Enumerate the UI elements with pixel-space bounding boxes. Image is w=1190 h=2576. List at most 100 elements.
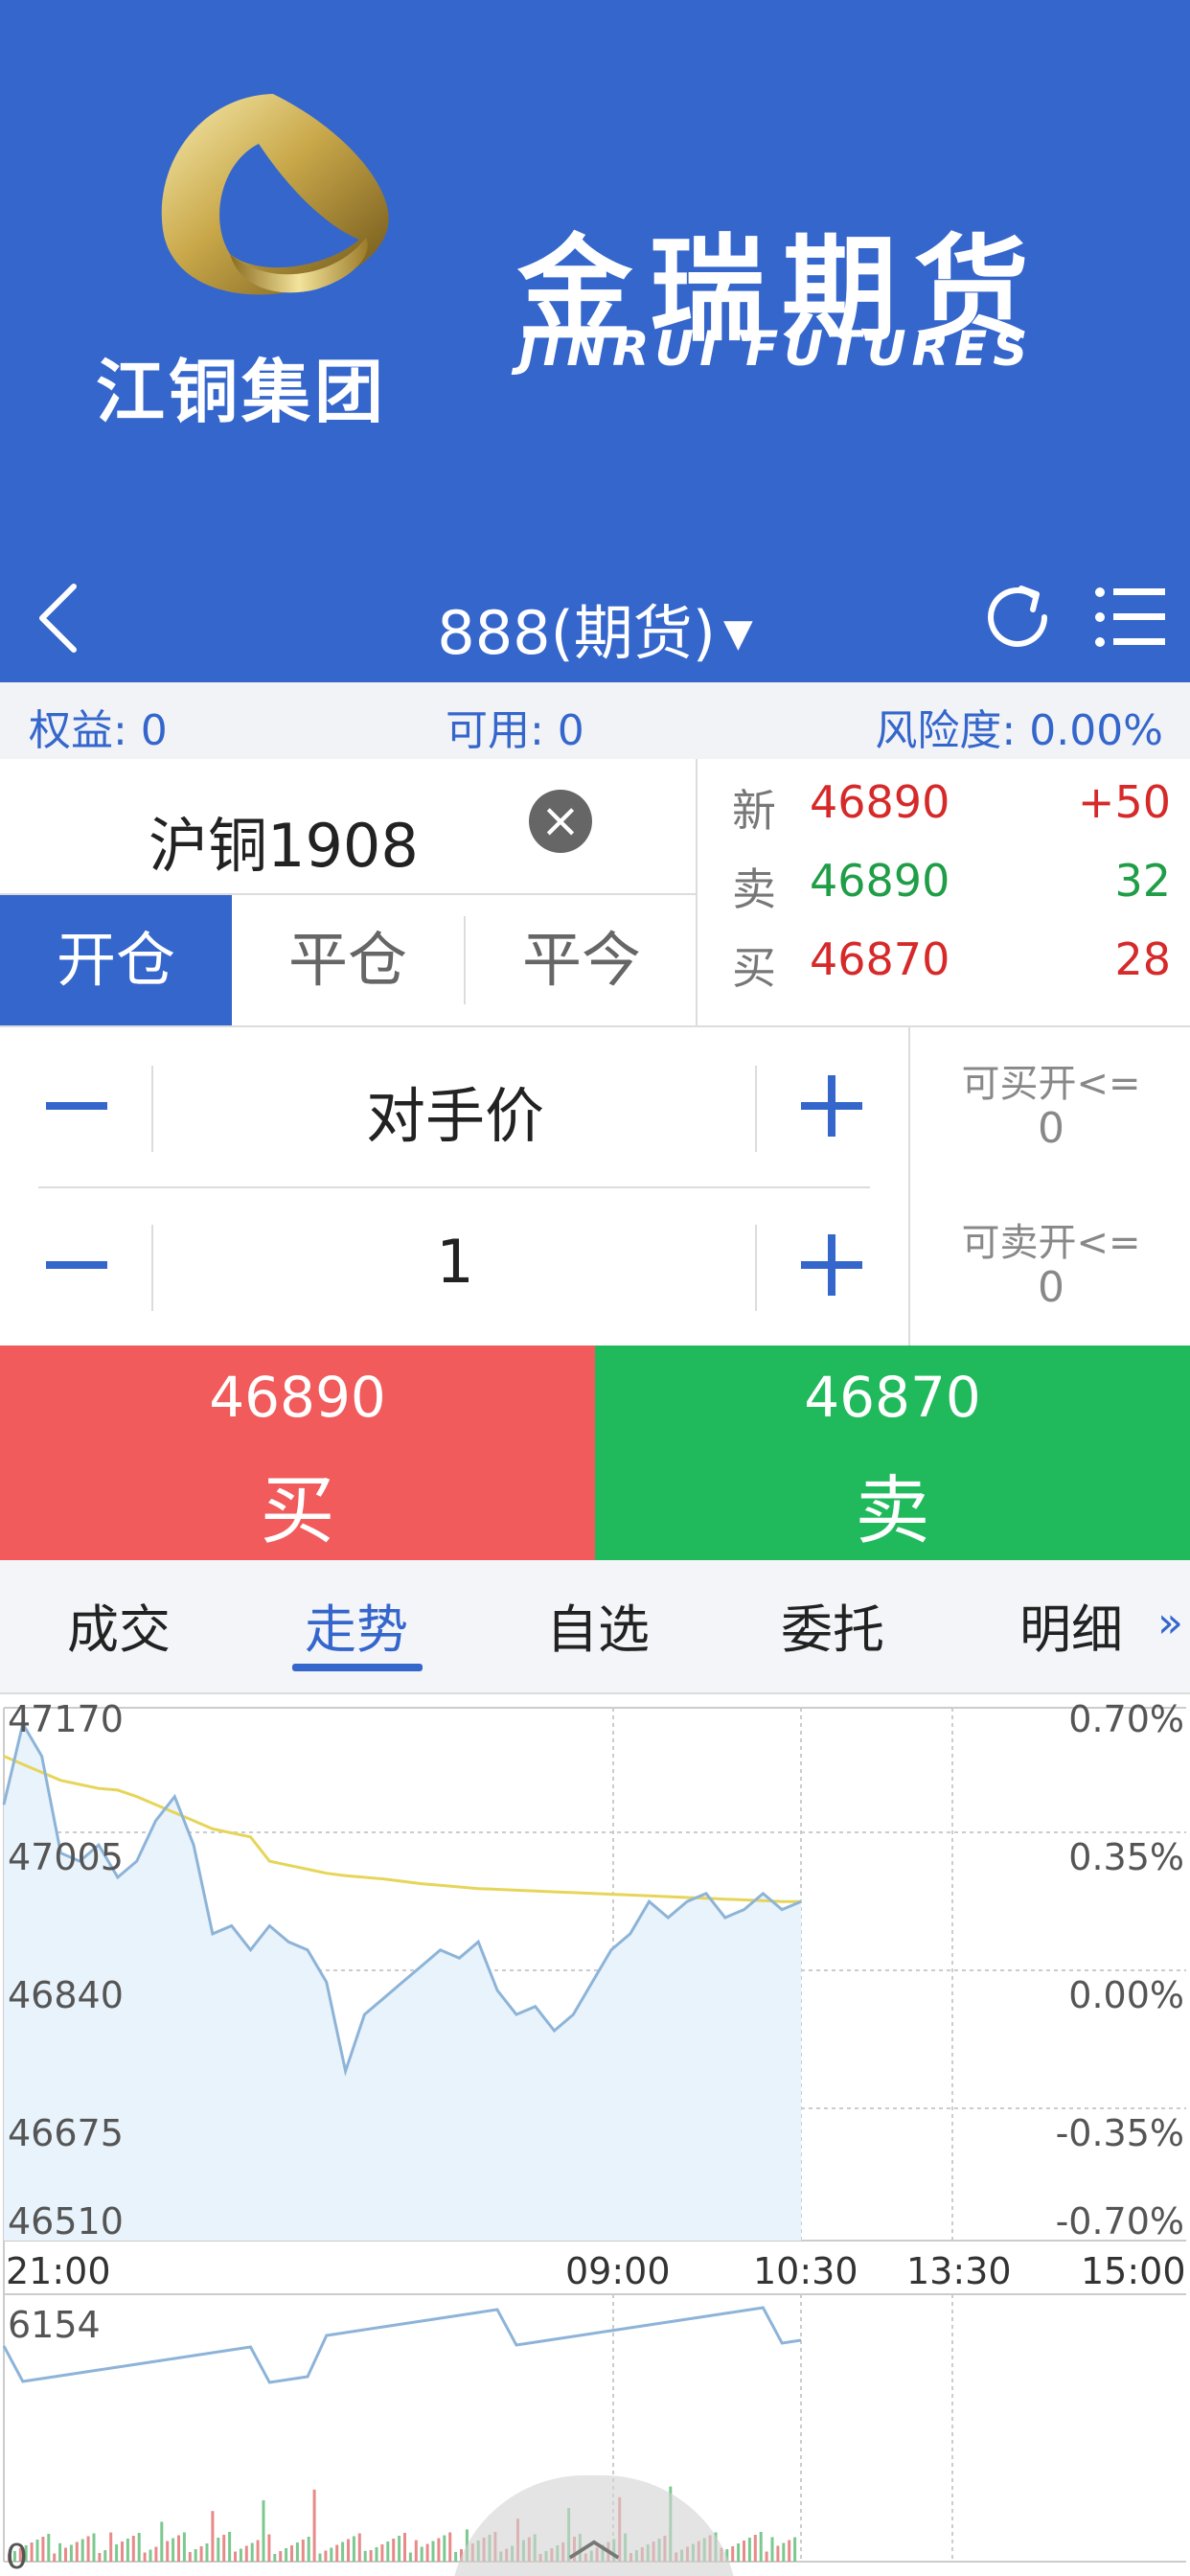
volume-bar xyxy=(80,2539,84,2562)
risk-text: 风险度: 0.00% xyxy=(875,706,1163,755)
volume-bar xyxy=(386,2542,390,2562)
volume-bar xyxy=(788,2540,791,2562)
volume-bar xyxy=(759,2532,763,2562)
volume-bar xyxy=(58,2542,62,2562)
quote-price: 46890 xyxy=(810,855,950,907)
volume-bar xyxy=(211,2511,215,2562)
y-tick-right: 0.00% xyxy=(1068,1974,1184,2016)
y-tick-right: 0.35% xyxy=(1068,1836,1184,1878)
y-tick-right: -0.70% xyxy=(1055,2200,1184,2242)
quote-label: 卖 xyxy=(732,863,776,915)
volume-bar xyxy=(425,2543,429,2562)
volume-bar xyxy=(776,2545,780,2562)
menu-list-icon[interactable] xyxy=(1092,577,1169,657)
volume-bar xyxy=(443,2535,446,2562)
volume-bar xyxy=(41,2537,45,2562)
account-title: 888(期货) xyxy=(437,598,716,668)
chevron-up-icon: ︿ xyxy=(567,2507,621,2569)
y-tick-left: 46675 xyxy=(8,2112,124,2154)
volume-bar xyxy=(414,2540,418,2562)
volume-bar xyxy=(234,2551,237,2562)
volume-bar xyxy=(177,2535,180,2562)
quote-change: +50 xyxy=(1077,776,1171,828)
volume-bar xyxy=(437,2538,441,2562)
volume-bar xyxy=(154,2546,158,2562)
quantity-stepper: 1 xyxy=(0,1186,908,1346)
tab-watchlist[interactable]: 自选 xyxy=(546,1587,650,1663)
minus-icon[interactable] xyxy=(38,1223,115,1309)
quote-price: 46870 xyxy=(810,933,950,985)
volume-bar xyxy=(431,2541,435,2562)
divider xyxy=(755,1225,757,1311)
volume-bar xyxy=(290,2545,293,2562)
can-sell-value: 0 xyxy=(1038,1263,1064,1312)
quote-row-bid: 买 46870 28 xyxy=(699,916,1190,995)
volume-bar xyxy=(285,2548,288,2562)
quote-volume: 28 xyxy=(1114,933,1171,985)
volume-min-label: 0 xyxy=(6,2538,28,2576)
jinrui-logo-icon xyxy=(161,94,389,295)
minus-icon[interactable] xyxy=(38,1064,115,1150)
tab-orders[interactable]: 委托 xyxy=(781,1587,884,1663)
can-sell-label: 可卖开<= xyxy=(961,1221,1141,1265)
volume-bar xyxy=(131,2536,135,2562)
contract-input[interactable]: 沪铜1908 xyxy=(149,797,419,884)
quote-panel: 新 46890 +50 卖 46890 32 买 46870 28 xyxy=(699,759,1190,1025)
open-interest-line xyxy=(2,2306,802,2384)
volume-bar xyxy=(279,2551,283,2562)
tab-close[interactable]: 平仓 xyxy=(232,895,464,1025)
volume-bar xyxy=(160,2521,164,2562)
volume-bar xyxy=(137,2533,141,2562)
volume-max-label: 6154 xyxy=(8,2304,101,2346)
tab-open[interactable]: 开仓 xyxy=(0,895,232,1025)
quote-row-ask: 卖 46890 32 xyxy=(699,838,1190,916)
order-entry: 对手价 1 可买开<= 0 可卖开<= 0 xyxy=(0,1025,1190,1347)
quantity-field[interactable]: 1 xyxy=(153,1227,757,1297)
volume-bar xyxy=(86,2536,90,2562)
volume-bar xyxy=(341,2542,345,2562)
quote-row-last: 新 46890 +50 xyxy=(699,759,1190,838)
volume-bar xyxy=(205,2543,209,2562)
volume-bar xyxy=(295,2542,299,2562)
volume-bar xyxy=(782,2542,786,2562)
price-mode-field[interactable]: 对手价 xyxy=(153,1068,757,1154)
volume-bar xyxy=(765,2551,768,2562)
buy-button[interactable]: 46890 买 xyxy=(0,1346,595,1560)
volume-bar xyxy=(420,2546,423,2562)
plus-icon[interactable] xyxy=(793,1064,870,1150)
plus-icon[interactable] xyxy=(793,1223,870,1309)
buy-price: 46890 xyxy=(209,1365,386,1430)
y-tick-left: 46840 xyxy=(8,1974,124,2016)
active-tab-indicator xyxy=(292,1664,423,1671)
more-tabs-icon[interactable]: » xyxy=(1157,1598,1183,1647)
x-tick: 13:30 xyxy=(906,2250,1012,2292)
tab-trades[interactable]: 成交 xyxy=(67,1587,171,1663)
volume-bar xyxy=(35,2540,39,2562)
company-name-en: JINRUI FUTURES xyxy=(519,321,1034,377)
volume-bar xyxy=(256,2540,260,2562)
clear-icon[interactable]: × xyxy=(529,790,592,853)
volume-bar xyxy=(92,2533,96,2562)
volume-bar xyxy=(347,2539,350,2562)
sell-button[interactable]: 46870 卖 xyxy=(595,1346,1190,1560)
y-tick-right: -0.35% xyxy=(1055,2112,1184,2154)
volume-bar xyxy=(250,2542,254,2562)
refresh-icon[interactable] xyxy=(977,577,1058,657)
tab-close-today[interactable]: 平今 xyxy=(466,895,698,1025)
y-tick-right: 0.70% xyxy=(1068,1698,1184,1740)
volume-bar xyxy=(199,2546,203,2562)
nav-bar: 888(期货) ▼ xyxy=(0,556,1190,682)
can-buy-label: 可买开<= xyxy=(961,1062,1141,1106)
volume-bar xyxy=(357,2533,361,2562)
tab-details[interactable]: 明细 xyxy=(1019,1587,1123,1663)
tab-trend[interactable]: 走势 xyxy=(305,1587,408,1663)
buy-label: 买 xyxy=(260,1468,335,1554)
can-buy-value: 0 xyxy=(1038,1104,1064,1153)
volume-bar xyxy=(398,2536,401,2562)
volume-bar xyxy=(115,2544,119,2562)
volume-bar xyxy=(770,2537,774,2562)
volume-bar xyxy=(188,2552,192,2562)
x-tick: 09:00 xyxy=(565,2250,671,2292)
volume-bar xyxy=(103,2550,107,2562)
volume-bar xyxy=(172,2538,175,2562)
